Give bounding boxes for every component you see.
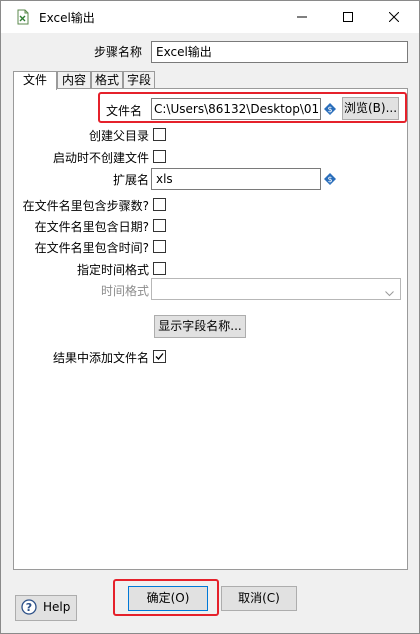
time-format-select[interactable] bbox=[151, 278, 401, 300]
no-create-on-start-label: 启动时不创建文件 bbox=[52, 151, 149, 165]
no-create-on-start-checkbox[interactable] bbox=[153, 150, 166, 163]
include-date-label: 在文件名里包含日期? bbox=[34, 220, 149, 234]
question-circle-icon: ? bbox=[21, 599, 37, 618]
include-time-checkbox[interactable] bbox=[153, 240, 166, 253]
include-stepnr-checkbox[interactable] bbox=[153, 198, 166, 211]
specify-time-format-checkbox[interactable] bbox=[153, 262, 166, 275]
create-parent-checkbox[interactable] bbox=[153, 128, 166, 141]
add-to-result-label: 结果中添加文件名 bbox=[52, 351, 149, 365]
title-bar: Excel输出 bbox=[1, 1, 419, 33]
cancel-button[interactable]: 取消(C) bbox=[221, 586, 297, 611]
chevron-down-icon bbox=[385, 286, 394, 300]
include-time-label: 在文件名里包含时间? bbox=[34, 241, 149, 255]
step-name-label: 步骤名称 bbox=[93, 45, 142, 59]
svg-text:?: ? bbox=[26, 601, 32, 614]
maximize-button[interactable] bbox=[325, 1, 371, 33]
tab-format[interactable]: 格式 bbox=[91, 71, 123, 89]
tab-fields[interactable]: 字段 bbox=[123, 71, 155, 89]
time-format-label: 时间格式 bbox=[100, 284, 149, 298]
dialog-window: Excel输出 步骤名称 Excel输出 文件 内容 格式 字段 文件名 C:\… bbox=[0, 0, 420, 634]
step-name-input[interactable]: Excel输出 bbox=[151, 41, 408, 63]
extension-input[interactable]: xls bbox=[151, 168, 321, 190]
variable-diamond-icon: $ bbox=[324, 173, 336, 185]
excel-output-step-icon bbox=[16, 9, 30, 25]
help-label: Help bbox=[43, 600, 71, 614]
close-button[interactable] bbox=[371, 1, 417, 33]
extension-label: 扩展名 bbox=[112, 173, 149, 187]
specify-time-format-label: 指定时间格式 bbox=[76, 263, 149, 277]
tab-file[interactable]: 文件 bbox=[13, 71, 57, 90]
checkmark-icon bbox=[155, 353, 164, 360]
svg-text:$: $ bbox=[327, 175, 332, 184]
window-title: Excel输出 bbox=[39, 11, 95, 25]
add-to-result-checkbox[interactable] bbox=[153, 350, 166, 363]
include-date-checkbox[interactable] bbox=[153, 219, 166, 232]
show-field-names-button[interactable]: 显示字段名称... bbox=[154, 315, 246, 338]
ok-highlight bbox=[113, 579, 219, 616]
help-button[interactable]: ? Help bbox=[15, 595, 77, 621]
filename-highlight bbox=[98, 92, 407, 123]
close-icon bbox=[389, 12, 399, 22]
create-parent-label: 创建父目录 bbox=[88, 129, 149, 143]
minimize-button[interactable] bbox=[279, 1, 325, 33]
include-stepnr-label: 在文件名里包含步骤数? bbox=[22, 199, 149, 213]
tab-content[interactable]: 内容 bbox=[57, 71, 91, 89]
